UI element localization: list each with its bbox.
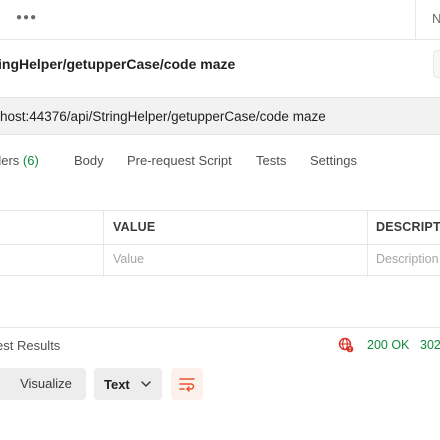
value-field[interactable]: Value bbox=[113, 252, 144, 266]
tab-tests[interactable]: Tests bbox=[256, 153, 286, 168]
response-bar: est Results 200 OK 302 bbox=[0, 327, 440, 361]
format-select[interactable]: Text bbox=[94, 368, 162, 400]
wrap-lines-button[interactable] bbox=[171, 368, 203, 400]
globe-warning-icon[interactable] bbox=[338, 337, 354, 353]
description-field[interactable]: Description bbox=[376, 252, 439, 266]
wrap-lines-icon bbox=[179, 378, 195, 392]
url-text[interactable]: host:44376/api/StringHelper/getupperCase… bbox=[0, 109, 326, 124]
table-row-divider bbox=[0, 244, 440, 245]
tab-headers-label: ders bbox=[0, 153, 20, 168]
tab-headers-count: (6) bbox=[22, 153, 39, 168]
visualize-button[interactable]: Visualize bbox=[0, 368, 86, 400]
format-select-value: Text bbox=[104, 377, 130, 392]
request-title[interactable]: ingHelper/getupperCase/code maze bbox=[0, 56, 235, 72]
description-column-header: DESCRIPTIC bbox=[376, 220, 440, 234]
top-bar: ●●● N bbox=[0, 0, 440, 40]
tab-body[interactable]: Body bbox=[74, 153, 104, 168]
more-dots-icon[interactable]: ●●● bbox=[16, 12, 37, 23]
tab-pre-request-script[interactable]: Pre-request Script bbox=[127, 153, 232, 168]
save-button-edge[interactable] bbox=[433, 50, 440, 78]
response-time[interactable]: 302 bbox=[420, 338, 440, 352]
table-column-divider bbox=[103, 211, 104, 277]
topbar-divider bbox=[415, 0, 416, 40]
tab-test-results[interactable]: est Results bbox=[0, 338, 60, 353]
response-status[interactable]: 200 OK bbox=[367, 338, 409, 352]
table-column-divider bbox=[367, 211, 368, 277]
tab-settings[interactable]: Settings bbox=[310, 153, 357, 168]
chevron-down-icon bbox=[141, 381, 151, 387]
tab-headers[interactable]: ders (6) bbox=[0, 153, 39, 168]
value-column-header: VALUE bbox=[113, 220, 156, 234]
topbar-right-text[interactable]: N bbox=[432, 11, 440, 26]
headers-table: VALUE DESCRIPTIC Value Description bbox=[0, 210, 440, 277]
